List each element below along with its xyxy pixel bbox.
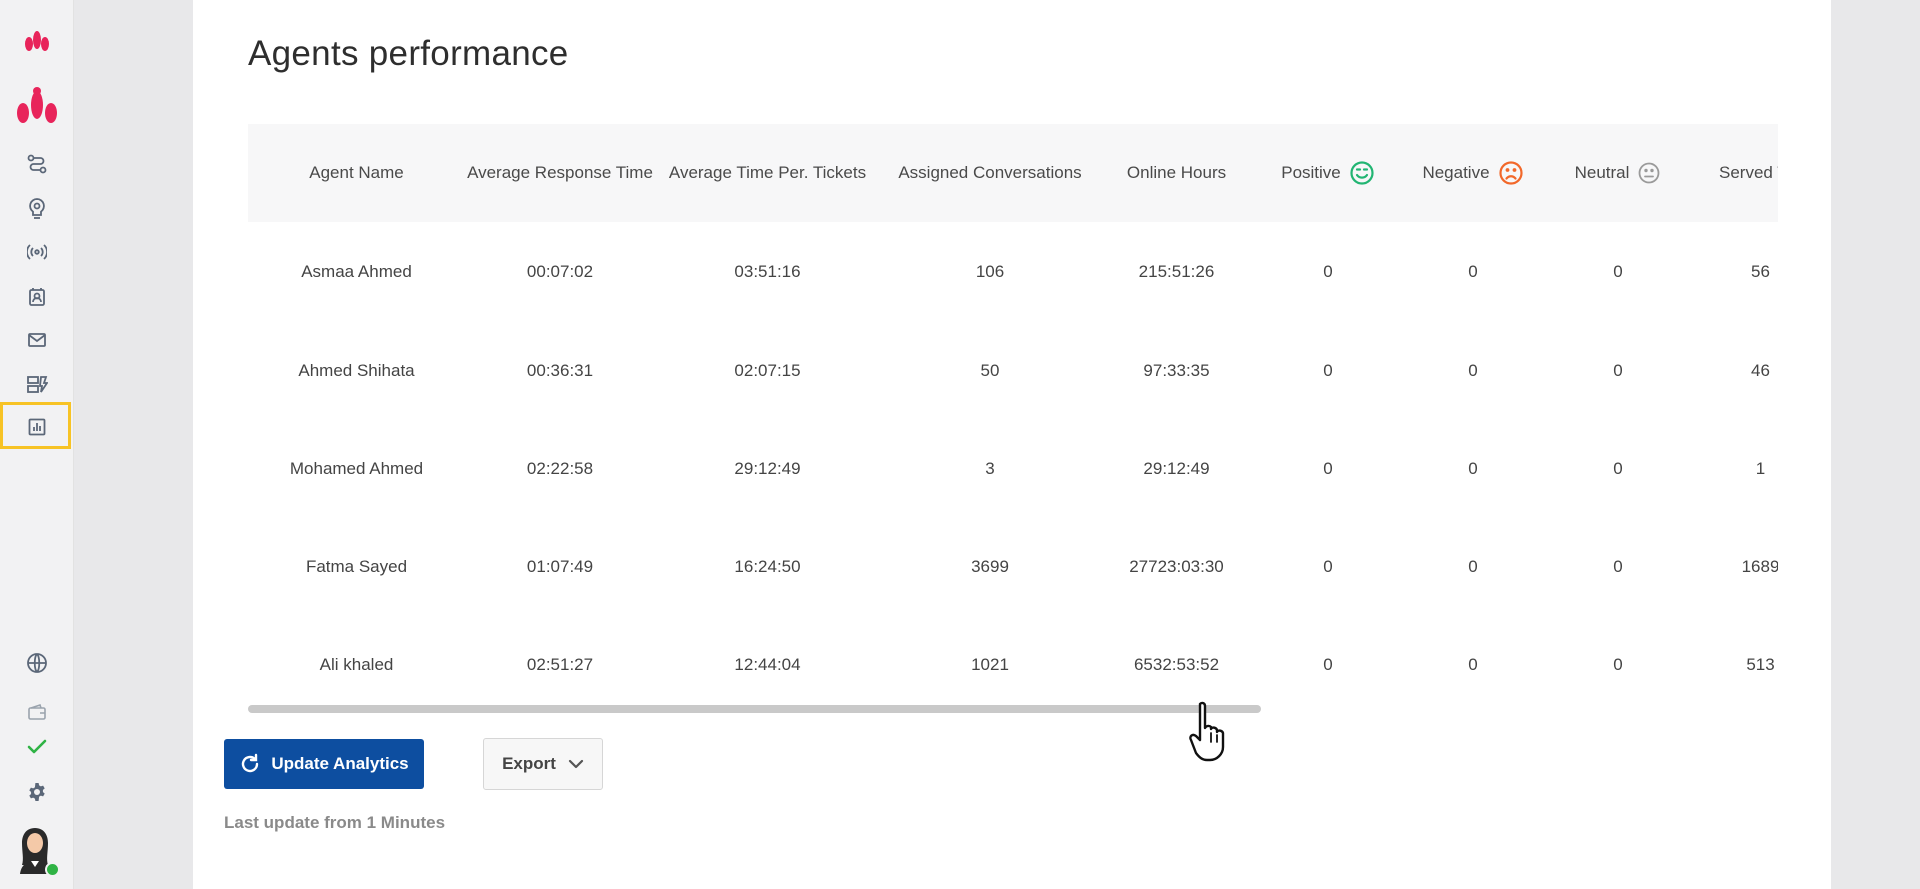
table-row[interactable]: Ahmed Shihata 00:36:31 02:07:15 50 97:33… [248, 322, 1778, 420]
cell-assigned-conversations: 3699 [971, 557, 1009, 576]
cell-neutral: 0 [1613, 655, 1623, 674]
online-status-indicator [45, 862, 60, 877]
cell-negative: 0 [1468, 655, 1478, 674]
cell-negative: 0 [1468, 262, 1478, 281]
sad-icon [1498, 161, 1523, 185]
settings-icon[interactable] [0, 780, 73, 804]
contacts-icon[interactable] [0, 285, 73, 309]
cell-served-tickets: 513 [1746, 655, 1775, 674]
cell-assigned-conversations: 1021 [971, 655, 1009, 674]
sidebar [0, 0, 74, 889]
cell-online-hours: 27723:03:30 [1129, 557, 1224, 576]
cell-average-time-per-tickets: 16:24:50 [734, 557, 801, 576]
cell-average-time-per-tickets: 03:51:16 [734, 262, 801, 281]
cell-positive: 0 [1323, 655, 1333, 674]
column-header-negative[interactable]: Negative [1403, 124, 1543, 222]
cell-average-response-time: 02:51:27 [526, 655, 594, 674]
brand-logo-small-icon[interactable] [0, 22, 73, 56]
table-header-row: Agent Name Average Response Time Average… [248, 124, 1778, 222]
agents-performance-table: Agent Name Average Response Time Average… [248, 124, 1778, 714]
wallet-icon[interactable] [0, 700, 73, 724]
cell-agent-name: Ali khaled [319, 655, 394, 674]
cell-agent-name: Fatma Sayed [305, 557, 408, 576]
agents-performance-table-container[interactable]: Agent Name Average Response Time Average… [248, 124, 1778, 714]
column-header-online-hours[interactable]: Online Hours [1100, 124, 1253, 222]
hand-pointer-cursor [1188, 700, 1234, 767]
cell-average-response-time: 02:22:58 [526, 459, 594, 478]
refresh-icon [242, 753, 259, 773]
cell-positive: 0 [1323, 361, 1333, 380]
route-icon[interactable] [0, 152, 73, 176]
brand-logo-icon[interactable] [0, 83, 73, 127]
tickets-icon[interactable] [0, 372, 73, 396]
globe-icon[interactable] [0, 651, 73, 675]
cell-agent-name: Asmaa Ahmed [301, 262, 412, 281]
mail-icon[interactable] [0, 328, 73, 352]
check-icon[interactable] [0, 735, 73, 759]
cell-agent-name: Ahmed Shihata [298, 361, 415, 380]
cell-online-hours: 29:12:49 [1143, 459, 1210, 478]
column-header-positive[interactable]: Positive [1253, 124, 1403, 222]
column-header-average-response-time[interactable]: Average Response Time [465, 124, 655, 222]
table-row[interactable]: Asmaa Ahmed 00:07:02 03:51:16 106 215:51… [248, 222, 1778, 322]
export-dropdown-button[interactable]: Export [483, 738, 603, 790]
table-row[interactable]: Fatma Sayed 01:07:49 16:24:50 3699 27723… [248, 518, 1778, 616]
neutral-face-icon [1639, 162, 1660, 184]
brain-bulb-icon[interactable] [0, 196, 73, 220]
cell-served-tickets: 1689 [1741, 557, 1778, 576]
table-row[interactable]: Mohamed Ahmed 02:22:58 29:12:49 3 29:12:… [248, 420, 1778, 518]
cell-average-time-per-tickets: 29:12:49 [734, 459, 801, 478]
broadcast-icon[interactable] [0, 240, 73, 264]
cell-neutral: 0 [1613, 262, 1623, 281]
cell-negative: 0 [1468, 557, 1478, 576]
table-row[interactable]: Ali khaled 02:51:27 12:44:04 1021 6532:5… [248, 616, 1778, 714]
column-header-assigned-conversations[interactable]: Assigned Conversations [880, 124, 1100, 222]
cell-served-tickets: 1 [1755, 459, 1766, 478]
page-title: Agents performance [248, 34, 569, 73]
cell-online-hours: 97:33:35 [1143, 361, 1210, 380]
horizontal-scrollbar[interactable] [248, 705, 1778, 713]
column-header-neutral[interactable]: Neutral [1543, 124, 1693, 222]
cell-average-response-time: 01:07:49 [526, 557, 594, 576]
cell-agent-name: Mohamed Ahmed [289, 459, 424, 478]
cell-average-time-per-tickets: 02:07:15 [734, 361, 801, 380]
chevron-down-icon [568, 759, 584, 769]
cell-assigned-conversations: 106 [975, 262, 1005, 281]
column-header-served-tickets[interactable]: Served Ti [1693, 124, 1778, 222]
cell-assigned-conversations: 3 [985, 459, 995, 478]
smile-icon [1350, 161, 1374, 185]
last-update-text: Last update from 1 Minutes [224, 813, 446, 832]
column-header-average-time-per-tickets[interactable]: Average Time Per. Tickets [655, 124, 880, 222]
cell-neutral: 0 [1613, 557, 1623, 576]
cell-average-response-time: 00:36:31 [526, 361, 594, 380]
column-header-agent-name[interactable]: Agent Name [248, 124, 465, 222]
cell-positive: 0 [1323, 459, 1333, 478]
scrollbar-thumb[interactable] [248, 705, 1261, 713]
cell-average-response-time: 00:07:02 [526, 262, 594, 281]
cell-positive: 0 [1323, 557, 1333, 576]
update-analytics-button[interactable]: Update Analytics [224, 739, 424, 789]
cell-online-hours: 215:51:26 [1138, 262, 1215, 281]
cell-positive: 0 [1323, 262, 1333, 281]
cell-assigned-conversations: 50 [980, 361, 1000, 380]
cell-negative: 0 [1468, 361, 1478, 380]
cell-negative: 0 [1468, 459, 1478, 478]
main-panel: Agents performance Agent Name Average Re… [193, 0, 1831, 889]
cell-neutral: 0 [1613, 361, 1623, 380]
cell-neutral: 0 [1613, 459, 1623, 478]
cell-served-tickets: 46 [1751, 361, 1770, 380]
cell-served-tickets: 56 [1751, 262, 1770, 281]
analytics-icon[interactable] [0, 415, 73, 439]
cell-average-time-per-tickets: 12:44:04 [734, 655, 801, 674]
